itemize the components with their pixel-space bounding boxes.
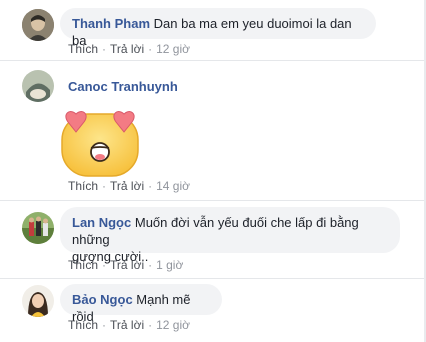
separator-dot: · [148,258,153,272]
separator-dot: · [148,318,153,332]
like-link[interactable]: Thích [68,258,98,272]
reply-link[interactable]: Trả lời [110,179,144,193]
avatar[interactable] [22,212,54,244]
avatar[interactable] [22,70,54,102]
comment-author[interactable]: Lan Ngọc [72,215,131,230]
separator-dot: · [102,318,107,332]
avatar[interactable] [22,285,54,317]
comment-bubble: Bảo Ngọc Mạnh mẽ rồid [60,284,222,324]
timestamp[interactable]: 12 giờ [156,42,190,56]
comment-actions: Thích · Trả lời · 12 giờ [68,318,190,332]
divider [0,278,426,279]
reply-link[interactable]: Trả lời [110,318,144,332]
separator-dot: · [148,42,153,56]
comment-actions: Thích · Trả lời · 12 giờ [68,42,190,56]
separator-dot: · [102,258,107,272]
reply-link[interactable]: Trả lời [110,258,144,272]
comment-author[interactable]: Thanh Pham [72,16,150,31]
separator-dot: · [148,179,153,193]
timestamp[interactable]: 1 giờ [156,258,183,272]
avatar[interactable] [22,9,54,41]
timestamp[interactable]: 14 giờ [156,179,190,193]
divider [0,60,426,61]
comment-author[interactable]: Canoc Tranhuynh [68,79,178,94]
comment-author[interactable]: Bảo Ngọc [72,292,133,307]
separator-dot: · [102,179,107,193]
timestamp[interactable]: 12 giờ [156,318,190,332]
comment-actions: Thích · Trả lời · 1 giờ [68,258,183,272]
like-link[interactable]: Thích [68,42,98,56]
heart-eyes-sticker [60,110,142,178]
comment-bubble: Lan Ngọc Muốn đời vẫn yếu đuối che lấp đ… [60,207,400,264]
like-link[interactable]: Thích [68,179,98,193]
comment-bubble: Thanh Pham Dan ba ma em yeu duoimoi la d… [60,8,376,48]
divider [0,200,426,201]
separator-dot: · [102,42,107,56]
reply-link[interactable]: Trả lời [110,42,144,56]
comment-actions: Thích · Trả lời · 14 giờ [68,179,190,193]
like-link[interactable]: Thích [68,318,98,332]
